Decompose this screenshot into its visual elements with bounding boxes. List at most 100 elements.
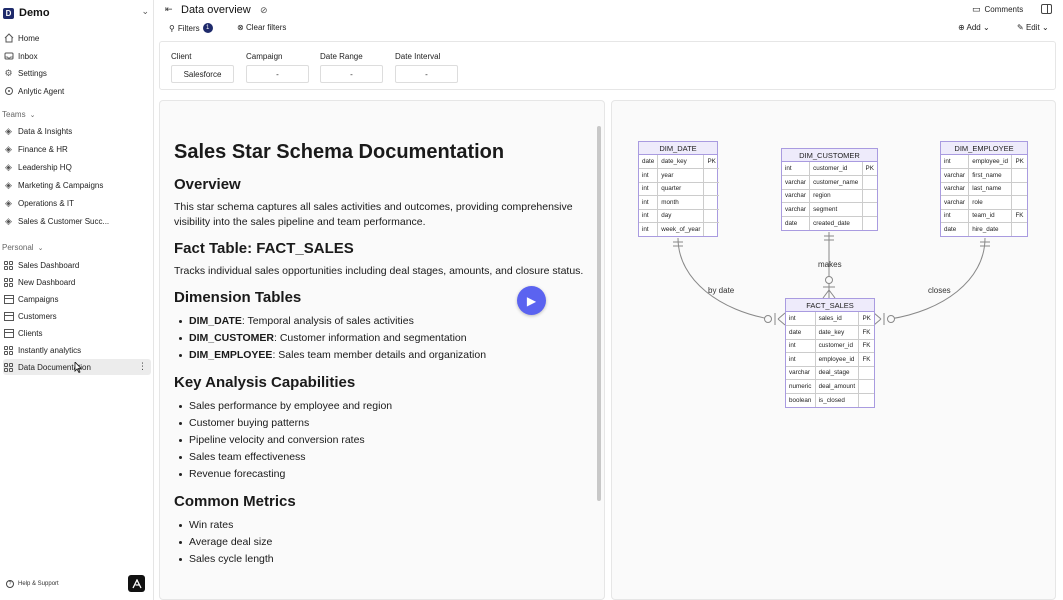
team-item[interactable]: ◈ Marketing & Campaigns [3, 177, 151, 193]
metrics-list: Win rates Average deal size Sales cycle … [174, 517, 584, 568]
team-item[interactable]: ◈ Data & Insights [3, 123, 151, 139]
nav-label: Inbox [18, 51, 38, 61]
entity-fact-sales[interactable]: FACT_SALES int sales_id PK date date_key FK … [785, 298, 875, 408]
personal-item[interactable]: Instantly analytics [3, 342, 151, 358]
personal-item[interactable]: Customers [3, 308, 151, 324]
sidebar: D Demo ⌄ Home Inbox ⚙ Settings Anlytic A… [0, 0, 154, 600]
link-icon[interactable]: ⊘ [260, 5, 268, 16]
col-key [1011, 195, 1027, 209]
dim-name: DIM_EMPLOYEE [189, 349, 273, 361]
personal-label: Instantly analytics [18, 345, 82, 355]
entity-dim-date[interactable]: DIM_DATE date date_key PK int year int quart… [638, 141, 719, 237]
er-diagram-widget: by date makes closes DIM_DATE date date_k… [611, 100, 1056, 600]
table-row: date date_key FK [786, 325, 874, 339]
filter-client-select[interactable]: Salesforce [171, 65, 234, 83]
entity-columns: int customer_id PK varchar customer_name va… [782, 162, 877, 230]
team-item[interactable]: ◈ Sales & Customer Succ... [3, 213, 151, 229]
doc-heading: Common Metrics [174, 493, 296, 510]
nav-inbox[interactable]: Inbox [3, 48, 151, 64]
col-type: varchar [941, 181, 969, 196]
team-label: Leadership HQ [18, 162, 72, 172]
entity-dim-employee[interactable]: DIM_EMPLOYEE int employee_id PK varchar fir… [940, 141, 1028, 237]
dashboard-icon [3, 277, 14, 288]
chevron-down-icon: ⌄ [37, 244, 44, 252]
filter-campaign-select[interactable]: - [246, 65, 309, 83]
collapse-sidebar-icon[interactable]: ⇤ [165, 4, 173, 15]
entity-dim-customer[interactable]: DIM_CUSTOMER int customer_id PK varchar cus… [781, 148, 878, 231]
add-button[interactable]: ⊕ Add ⌄ [958, 23, 990, 32]
scrollbar[interactable] [597, 126, 601, 501]
teams-section-header[interactable]: Teams ⌄ [2, 110, 35, 119]
team-label: Sales & Customer Succ... [18, 216, 110, 226]
team-item[interactable]: ◈ Operations & IT [3, 195, 151, 211]
table-row: date date_key PK [639, 155, 719, 169]
clear-filters-button[interactable]: ⊗ Clear filters [237, 23, 286, 32]
dim-desc: : Customer information and segmentation [273, 332, 467, 344]
personal-item[interactable]: Campaigns [3, 291, 151, 307]
panel-toggle-icon[interactable] [1041, 4, 1052, 14]
table-row: int day [639, 208, 719, 223]
filter-date-range-select[interactable]: - [320, 65, 383, 83]
team-item[interactable]: ◈ Leadership HQ [3, 159, 151, 175]
list-item: Revenue forecasting [174, 466, 584, 483]
table-row: int quarter [639, 181, 719, 196]
col-name: is_closed [814, 392, 859, 407]
relation-label: closes [928, 286, 951, 295]
col-key: PK [703, 155, 719, 169]
chevron-down-icon[interactable]: ⌄ [141, 6, 149, 17]
col-type: date [786, 325, 816, 339]
personal-item[interactable]: Clients [3, 325, 151, 341]
documentation-widget: Sales Star Schema Documentation Overview… [159, 100, 605, 600]
play-icon: ▶ [526, 293, 537, 308]
team-item[interactable]: ◈ Finance & HR [3, 141, 151, 157]
col-type: varchar [941, 168, 969, 182]
team-label: Marketing & Campaigns [18, 180, 104, 190]
brand-logo-icon[interactable] [128, 575, 145, 592]
play-button[interactable]: ▶ [517, 286, 546, 315]
personal-item[interactable]: Sales Dashboard [3, 257, 151, 273]
col-type: varchar [941, 195, 969, 209]
col-name: created_date [809, 215, 863, 230]
filters-label: Filters [177, 23, 200, 33]
col-type: int [941, 208, 969, 223]
col-name: year [657, 168, 704, 182]
personal-label: Sales Dashboard [18, 260, 80, 270]
help-support-link[interactable]: ? Help & Support [6, 580, 59, 588]
nav-settings[interactable]: ⚙ Settings [3, 65, 151, 81]
col-name: customer_name [809, 175, 863, 189]
personal-item[interactable]: New Dashboard [3, 274, 151, 290]
filter-icon: ⚲ [169, 23, 175, 33]
col-key [861, 202, 877, 216]
personal-section-header[interactable]: Personal ⌄ [2, 243, 43, 252]
gear-icon: ⚙ [4, 67, 13, 78]
comments-button[interactable]: ▭ Comments [972, 4, 1023, 15]
nav-label: Home [18, 33, 40, 43]
doc-heading: Overview [174, 176, 241, 193]
filters-button[interactable]: ⚲ Filters 1 [169, 23, 213, 33]
more-options-icon[interactable]: ⋮ [138, 361, 147, 372]
pencil-icon: ✎ [1017, 23, 1024, 32]
dim-desc: : Temporal analysis of sales activities [241, 315, 414, 327]
col-type: int [639, 195, 658, 209]
chevron-down-icon: ⌄ [982, 23, 990, 32]
col-name: hire_date [968, 222, 1012, 236]
table-row: date hire_date [941, 222, 1027, 236]
table-row: varchar region [782, 188, 877, 203]
workspace-switcher[interactable]: D Demo ⌄ [3, 5, 151, 21]
entity-name: DIM_CUSTOMER [782, 149, 877, 162]
nav-home[interactable]: Home [3, 30, 151, 46]
filter-date-interval-select[interactable]: - [395, 65, 458, 83]
table-row: int month [639, 195, 719, 209]
layers-icon: ◈ [5, 125, 12, 136]
app: D Demo ⌄ Home Inbox ⚙ Settings Anlytic A… [0, 0, 1063, 600]
dim-name: DIM_CUSTOMER [189, 332, 274, 344]
layers-icon: ◈ [5, 215, 12, 226]
table-row: int team_id FK [941, 208, 1027, 223]
mouse-cursor-icon [74, 362, 82, 373]
edit-button[interactable]: ✎ Edit ⌄ [1017, 23, 1049, 32]
layers-icon: ◈ [5, 179, 12, 190]
nav-agent[interactable]: Anlytic Agent [3, 83, 151, 99]
plus-icon: ⊕ [958, 23, 965, 32]
table-row: varchar last_name [941, 181, 1027, 196]
col-type: int [785, 165, 792, 172]
